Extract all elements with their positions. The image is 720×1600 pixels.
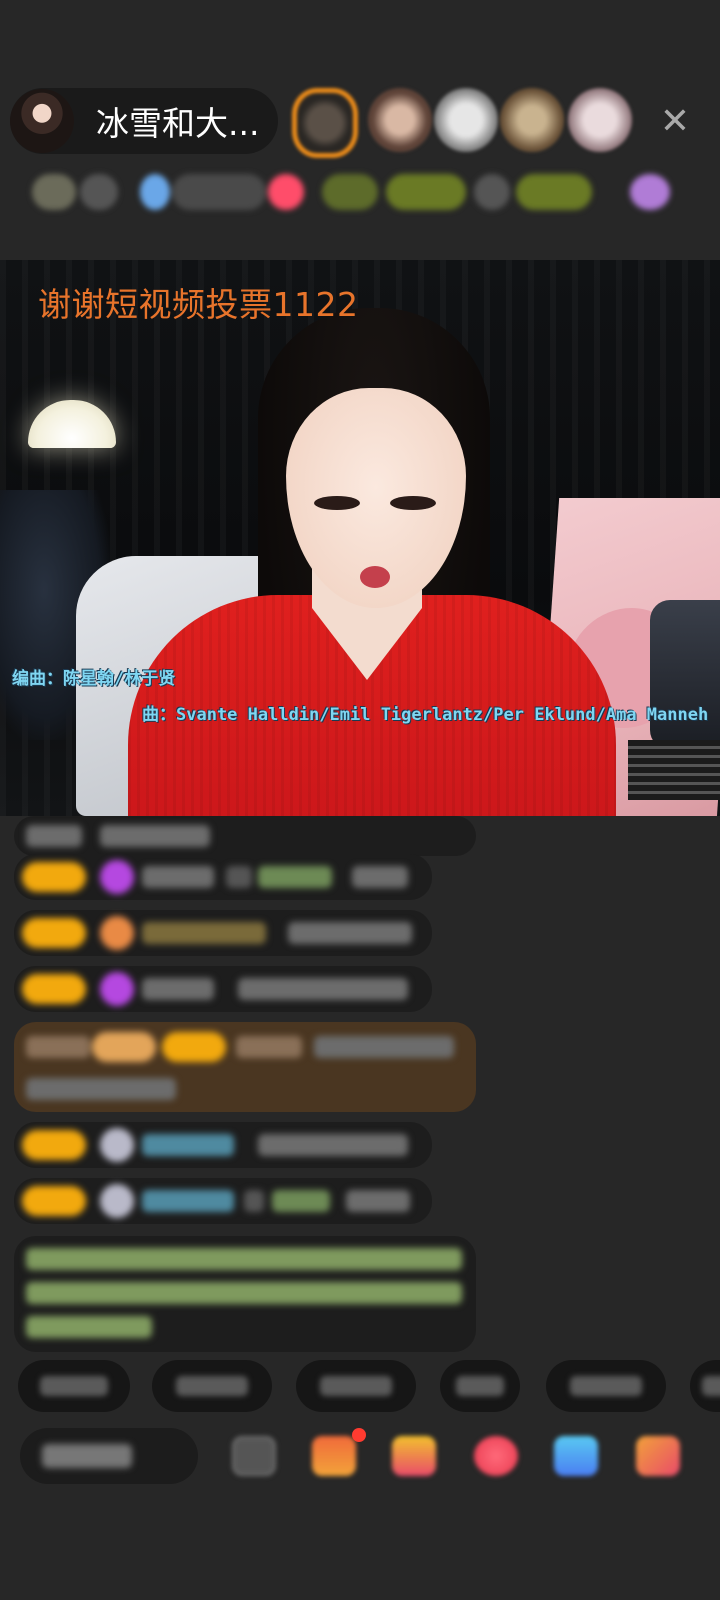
microphone-stand <box>628 740 720 800</box>
overlay-title: 谢谢短视频投票1122 <box>38 285 359 324</box>
chat-message[interactable] <box>14 1122 432 1168</box>
quick-chip[interactable] <box>546 1360 666 1412</box>
host-badges-row <box>22 170 692 214</box>
top-viewers[interactable] <box>292 88 642 158</box>
eye <box>390 496 436 510</box>
lyric-credit-arranger: 编曲：陈星翰/林于贤 <box>12 669 176 689</box>
viewer-avatar[interactable] <box>434 88 498 152</box>
gift-icon[interactable] <box>392 1436 436 1476</box>
comment-input[interactable] <box>20 1428 198 1484</box>
eye <box>314 496 360 510</box>
quick-chip[interactable] <box>152 1360 272 1412</box>
quick-chip[interactable] <box>440 1360 520 1412</box>
comment-placeholder <box>42 1444 132 1468</box>
chat-message[interactable] <box>14 910 432 956</box>
quick-chip[interactable] <box>296 1360 416 1412</box>
lyric-credit-composer: 曲：Svante Halldin/Emil Tigerlantz/Per Ekl… <box>142 705 709 725</box>
chat-message-highlight[interactable] <box>14 1022 476 1112</box>
viewer-avatar[interactable] <box>500 88 564 152</box>
close-icon[interactable]: ✕ <box>652 98 698 144</box>
notification-dot <box>352 1428 366 1442</box>
top-viewer-avatar[interactable] <box>292 88 358 158</box>
gift-box-icon[interactable] <box>312 1436 356 1476</box>
chat-message[interactable] <box>14 816 476 856</box>
quick-chip[interactable] <box>18 1360 130 1412</box>
lucky-bag-icon[interactable] <box>474 1436 518 1476</box>
quick-reply-chips[interactable] <box>0 1360 720 1430</box>
chat-message-notice[interactable] <box>14 1236 476 1352</box>
chat-message[interactable] <box>14 966 432 1012</box>
chat-message[interactable] <box>14 854 432 900</box>
viewer-avatar[interactable] <box>368 88 432 152</box>
emoji-icon[interactable] <box>232 1436 276 1476</box>
microphone <box>650 600 720 750</box>
host-info-pill[interactable]: 冰雪和大... <box>10 88 278 154</box>
bottom-action-bar <box>0 1428 720 1508</box>
live-video[interactable]: 谢谢短视频投票1122 编曲：陈星翰/林于贤 曲：Svante Halldin/… <box>0 260 720 816</box>
quick-chip[interactable] <box>690 1360 720 1412</box>
chat-message[interactable] <box>14 1178 432 1224</box>
host-name[interactable]: 冰雪和大... <box>96 97 259 145</box>
viewer-avatar[interactable] <box>568 88 632 152</box>
game-icon[interactable] <box>554 1436 598 1476</box>
mouth <box>360 566 390 588</box>
host-avatar[interactable] <box>10 89 74 153</box>
chat-list[interactable] <box>0 816 720 1356</box>
more-icon[interactable] <box>636 1436 680 1476</box>
